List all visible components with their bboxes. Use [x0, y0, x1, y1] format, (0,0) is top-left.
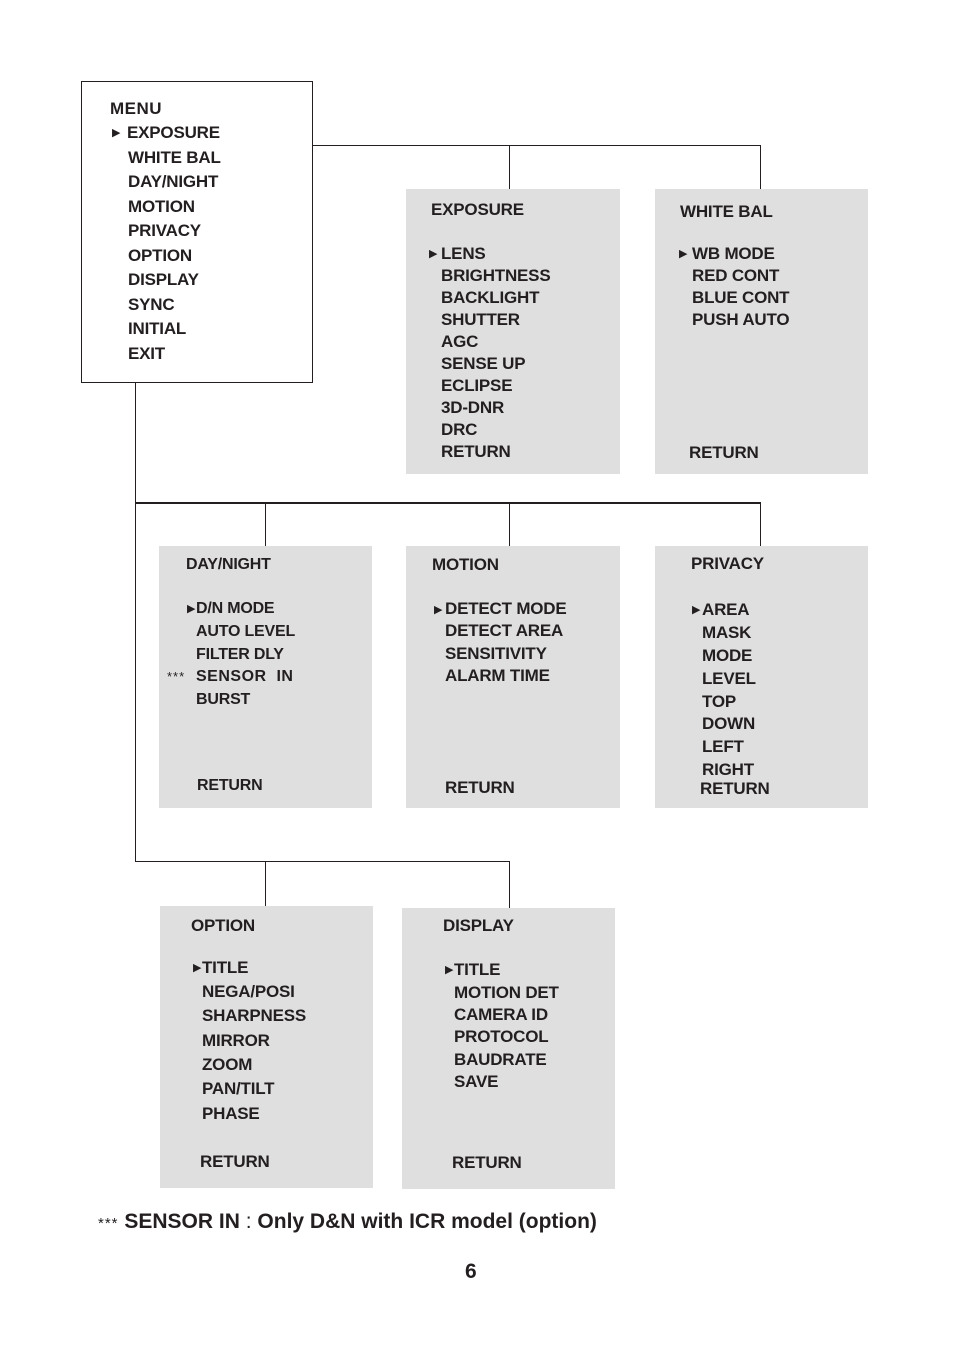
exposure-item[interactable]: AGC	[441, 332, 478, 352]
main-menu-item-exposure[interactable]: EXPOSURE	[127, 123, 220, 143]
display-item[interactable]: PROTOCOL	[454, 1027, 549, 1047]
exposure-item[interactable]: LENS	[441, 244, 486, 264]
selected-arrow-icon: ▶	[187, 603, 196, 615]
connector-daynight	[265, 503, 266, 546]
privacy-item[interactable]: RIGHT	[702, 760, 754, 780]
privacy-item[interactable]: LEVEL	[702, 669, 756, 689]
motion-item[interactable]: DETECT AREA	[445, 621, 563, 641]
option-item[interactable]: PAN/TILT	[202, 1079, 275, 1099]
option-title: OPTION	[191, 916, 255, 935]
white-bal-item[interactable]: PUSH AUTO	[692, 310, 790, 330]
exposure-submenu-box	[406, 189, 620, 474]
connector-row2	[135, 502, 761, 504]
selected-arrow-icon: ▶	[445, 964, 454, 976]
display-item[interactable]: MOTION DET	[454, 983, 559, 1003]
motion-title: MOTION	[432, 555, 499, 574]
white-bal-item[interactable]: RED CONT	[692, 266, 779, 286]
white-bal-item[interactable]: WB MODE	[692, 244, 775, 264]
motion-item[interactable]: DETECT MODE	[445, 599, 567, 619]
connector-whitebal	[760, 145, 761, 189]
motion-return[interactable]: RETURN	[445, 778, 515, 798]
page-number: 6	[465, 1260, 477, 1283]
connector-main-right	[313, 145, 761, 146]
privacy-item[interactable]: MASK	[702, 623, 751, 643]
selected-arrow-icon: ▶	[692, 604, 701, 616]
option-item[interactable]: MIRROR	[202, 1031, 270, 1051]
day-night-item[interactable]: SENSOR IN	[196, 667, 293, 687]
motion-item[interactable]: ALARM TIME	[445, 666, 550, 686]
privacy-item[interactable]: MODE	[702, 646, 752, 666]
day-night-title: DAY/NIGHT	[186, 556, 271, 573]
privacy-item[interactable]: LEFT	[702, 737, 744, 757]
day-night-item[interactable]: BURST	[196, 690, 250, 710]
exposure-item[interactable]: DRC	[441, 420, 477, 440]
privacy-return[interactable]: RETURN	[700, 779, 770, 799]
main-menu-item-motion[interactable]: MOTION	[128, 197, 195, 217]
selected-arrow-icon: ▶	[112, 127, 121, 139]
connector-display	[509, 861, 510, 908]
option-item[interactable]: NEGA/POSI	[202, 982, 295, 1002]
white-bal-return[interactable]: RETURN	[689, 443, 759, 463]
selected-arrow-icon: ▶	[434, 604, 443, 616]
exposure-item[interactable]: BACKLIGHT	[441, 288, 540, 308]
day-night-item[interactable]: FILTER DLY	[196, 645, 284, 665]
exposure-item[interactable]: SENSE UP	[441, 354, 526, 374]
option-item[interactable]: TITLE	[202, 958, 248, 978]
exposure-item[interactable]: SHUTTER	[441, 310, 520, 330]
main-menu-item-display[interactable]: DISPLAY	[128, 270, 199, 290]
main-menu-item-privacy[interactable]: PRIVACY	[128, 221, 201, 241]
option-item[interactable]: SHARPNESS	[202, 1006, 306, 1026]
selected-arrow-icon: ▶	[193, 962, 202, 974]
exposure-item[interactable]: 3D-DNR	[441, 398, 504, 418]
privacy-item[interactable]: TOP	[702, 692, 736, 712]
white-bal-item[interactable]: BLUE CONT	[692, 288, 790, 308]
option-item[interactable]: ZOOM	[202, 1055, 252, 1075]
main-menu-item-initial[interactable]: INITIAL	[128, 319, 186, 339]
footnote-marker: ***	[98, 1215, 119, 1232]
main-menu-item-white-bal[interactable]: WHITE BAL	[128, 148, 221, 168]
main-menu-item-exit[interactable]: EXIT	[128, 344, 165, 364]
exposure-item[interactable]: ECLIPSE	[441, 376, 513, 396]
option-return[interactable]: RETURN	[200, 1152, 270, 1172]
main-menu-item-day-night[interactable]: DAY/NIGHT	[128, 172, 218, 192]
day-night-item[interactable]: D/N MODE	[196, 599, 275, 619]
main-menu-item-sync[interactable]: SYNC	[128, 295, 175, 315]
privacy-item[interactable]: AREA	[702, 600, 750, 620]
white-bal-submenu-box	[655, 189, 868, 474]
connector-option	[265, 861, 266, 907]
main-menu-title: MENU	[110, 99, 163, 118]
exposure-title: EXPOSURE	[431, 200, 524, 219]
selected-arrow-icon: ▶	[429, 248, 438, 260]
selected-arrow-icon: ▶	[679, 248, 688, 260]
display-submenu-box	[402, 908, 615, 1189]
display-item[interactable]: CAMERA ID	[454, 1005, 548, 1025]
privacy-title: PRIVACY	[691, 554, 764, 573]
white-bal-title: WHITE BAL	[680, 202, 773, 221]
footnote-separator: :	[245, 1210, 252, 1233]
connector-main-down	[135, 382, 136, 862]
day-night-return[interactable]: RETURN	[197, 776, 263, 796]
display-title: DISPLAY	[443, 916, 514, 935]
display-item[interactable]: SAVE	[454, 1072, 498, 1092]
footnote-term: SENSOR IN	[124, 1210, 240, 1233]
privacy-submenu-box	[655, 546, 868, 808]
display-item[interactable]: BAUDRATE	[454, 1050, 547, 1070]
exposure-return[interactable]: RETURN	[441, 442, 511, 462]
footnote-text: Only D&N with ICR model (option)	[257, 1210, 597, 1233]
sensor-footnote-marker: ***	[167, 669, 186, 684]
day-night-item[interactable]: AUTO LEVEL	[196, 622, 295, 642]
option-item[interactable]: PHASE	[202, 1104, 260, 1124]
connector-exposure	[509, 145, 510, 189]
main-menu-item-option[interactable]: OPTION	[128, 246, 192, 266]
connector-motion	[509, 503, 510, 546]
footnote: *** SENSOR IN : Only D&N with ICR model …	[98, 1210, 597, 1234]
motion-item[interactable]: SENSITIVITY	[445, 644, 547, 664]
display-return[interactable]: RETURN	[452, 1153, 522, 1173]
exposure-item[interactable]: BRIGHTNESS	[441, 266, 551, 286]
connector-row3	[135, 861, 510, 862]
privacy-item[interactable]: DOWN	[702, 714, 755, 734]
display-item[interactable]: TITLE	[454, 960, 500, 980]
connector-privacy	[760, 503, 761, 546]
